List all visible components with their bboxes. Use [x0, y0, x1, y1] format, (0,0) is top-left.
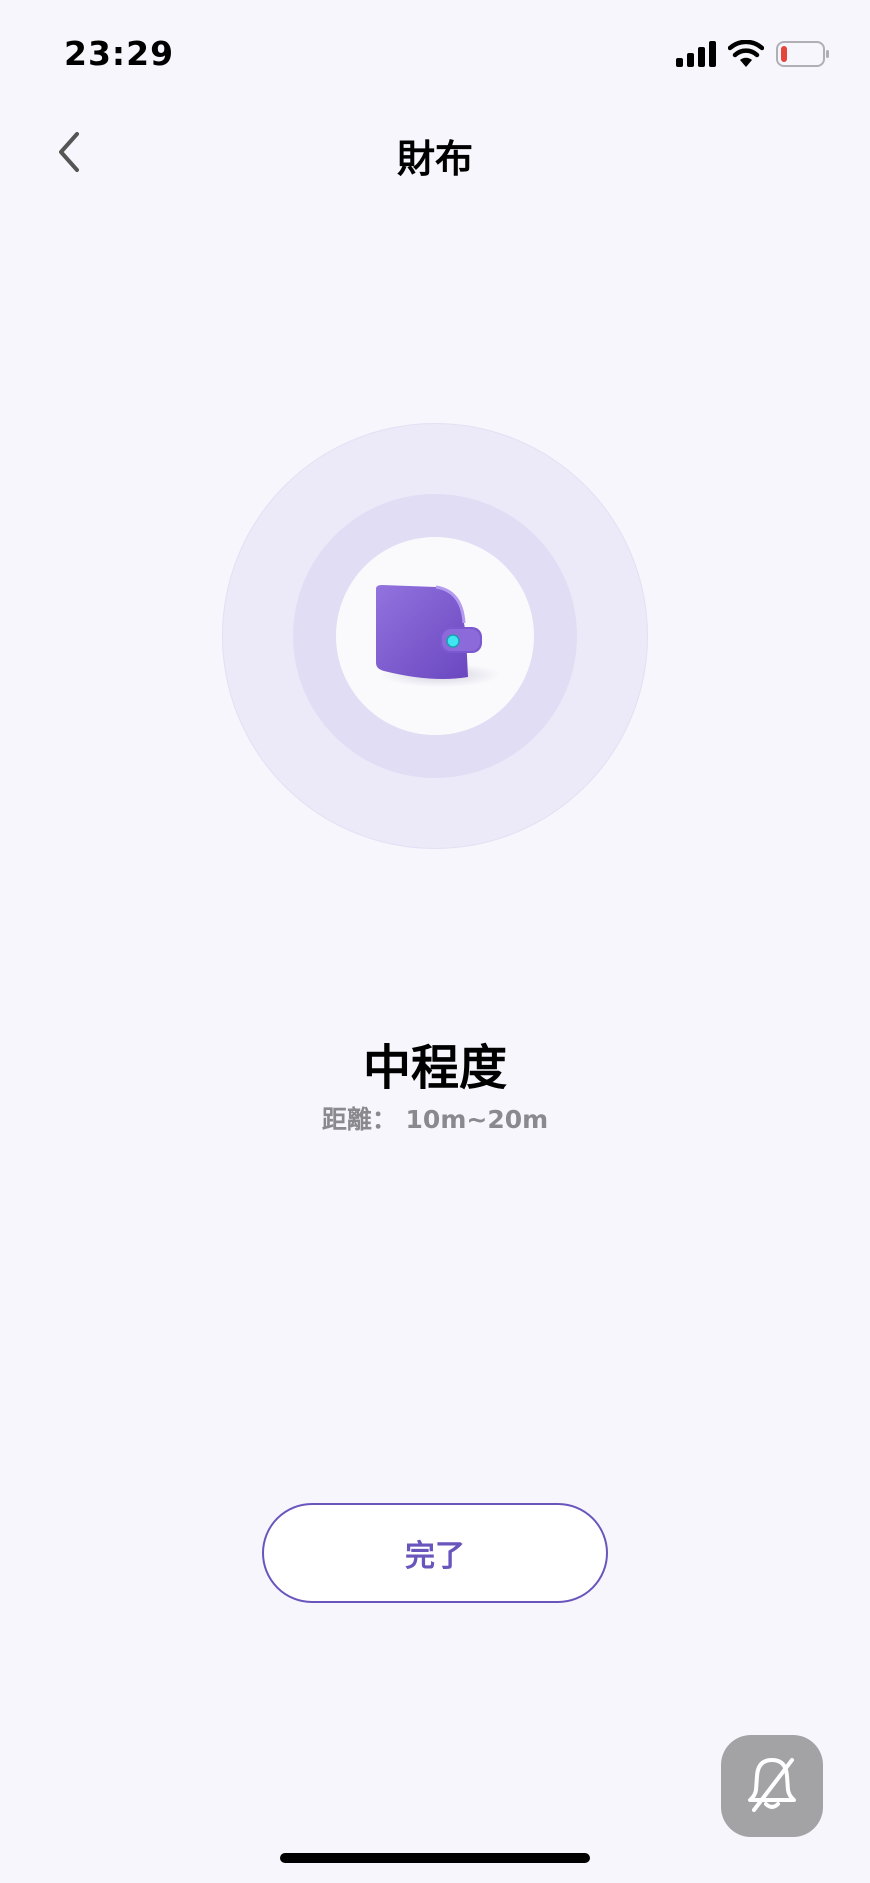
battery-low-icon — [776, 41, 830, 71]
proximity-radar — [222, 423, 648, 849]
status-icons — [676, 39, 830, 72]
wifi-icon — [727, 39, 765, 72]
status-time: 23:29 — [64, 34, 175, 73]
cellular-signal-icon — [676, 41, 716, 71]
mute-button[interactable] — [721, 1735, 823, 1837]
bell-slash-icon — [744, 1754, 800, 1818]
home-indicator — [280, 1853, 590, 1863]
distance-text: 距離： 10m~20m — [321, 1105, 549, 1134]
nav-bar: 財布 — [0, 110, 870, 196]
status-bar: 23:29 — [0, 0, 870, 110]
range-label: 中程度 — [362, 1040, 507, 1096]
page-title: 財布 — [396, 137, 473, 181]
done-button[interactable]: 完了 — [262, 1503, 608, 1603]
wallet-icon — [370, 583, 500, 693]
